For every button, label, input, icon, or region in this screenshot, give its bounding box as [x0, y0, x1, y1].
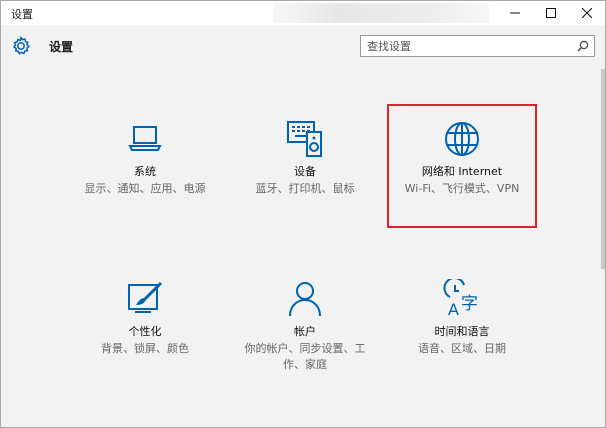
settings-window: 设置 设置 查找设置 系统 显示、通知、应用、电源 设备 蓝牙、打印机、鼠标 网… — [0, 0, 606, 428]
tile-description: 你的帐户、同步设置、工作、家庭 — [244, 342, 366, 371]
tile-devices[interactable]: 设备 蓝牙、打印机、鼠标 — [230, 119, 380, 197]
svg-text:字: 字 — [461, 294, 478, 314]
tile-description: 语音、区域、日期 — [418, 342, 506, 355]
highlight-box — [387, 104, 537, 228]
search-icon[interactable] — [577, 40, 589, 52]
search-input[interactable] — [367, 38, 567, 54]
tile-system[interactable]: 系统 显示、通知、应用、电源 — [70, 119, 220, 197]
tile-label: 时间和语言 — [434, 325, 490, 338]
paint-brush-icon — [128, 281, 163, 313]
tile-accounts[interactable]: 帐户 你的帐户、同步设置、工作、家庭 — [230, 279, 380, 373]
scrollbar[interactable] — [601, 69, 605, 269]
laptop-icon — [128, 126, 162, 151]
page-title: 设置 — [49, 40, 74, 54]
minimize-icon — [510, 12, 520, 14]
tile-label: 帐户 — [294, 325, 316, 338]
maximize-icon — [546, 8, 556, 18]
close-button[interactable] — [569, 1, 605, 25]
minimize-button[interactable] — [497, 1, 533, 25]
obscured-title-area — [273, 3, 489, 23]
title-bar[interactable]: 设置 — [1, 1, 605, 25]
svg-text:A: A — [448, 300, 459, 319]
person-icon — [289, 282, 321, 317]
tile-label: 个性化 — [128, 325, 162, 338]
time-language-icon: A 字 — [443, 279, 478, 319]
tile-personalization[interactable]: 个性化 背景、锁屏、颜色 — [70, 279, 220, 357]
settings-header: 设置 — [1, 25, 605, 69]
keyboard-speaker-icon — [287, 121, 322, 157]
tile-label: 系统 — [134, 165, 156, 178]
tile-label: 设备 — [294, 165, 316, 178]
tile-description: 蓝牙、打印机、鼠标 — [255, 182, 355, 195]
search-box[interactable] — [360, 35, 595, 57]
tile-time-language[interactable]: A 字 时间和语言 语音、区域、日期 — [387, 279, 537, 357]
window-title: 设置 — [11, 8, 33, 21]
tile-description: 背景、锁屏、颜色 — [101, 342, 189, 355]
gear-icon[interactable] — [10, 35, 32, 57]
tile-description: 显示、通知、应用、电源 — [84, 182, 206, 195]
maximize-button[interactable] — [533, 1, 569, 25]
close-icon — [582, 8, 592, 18]
